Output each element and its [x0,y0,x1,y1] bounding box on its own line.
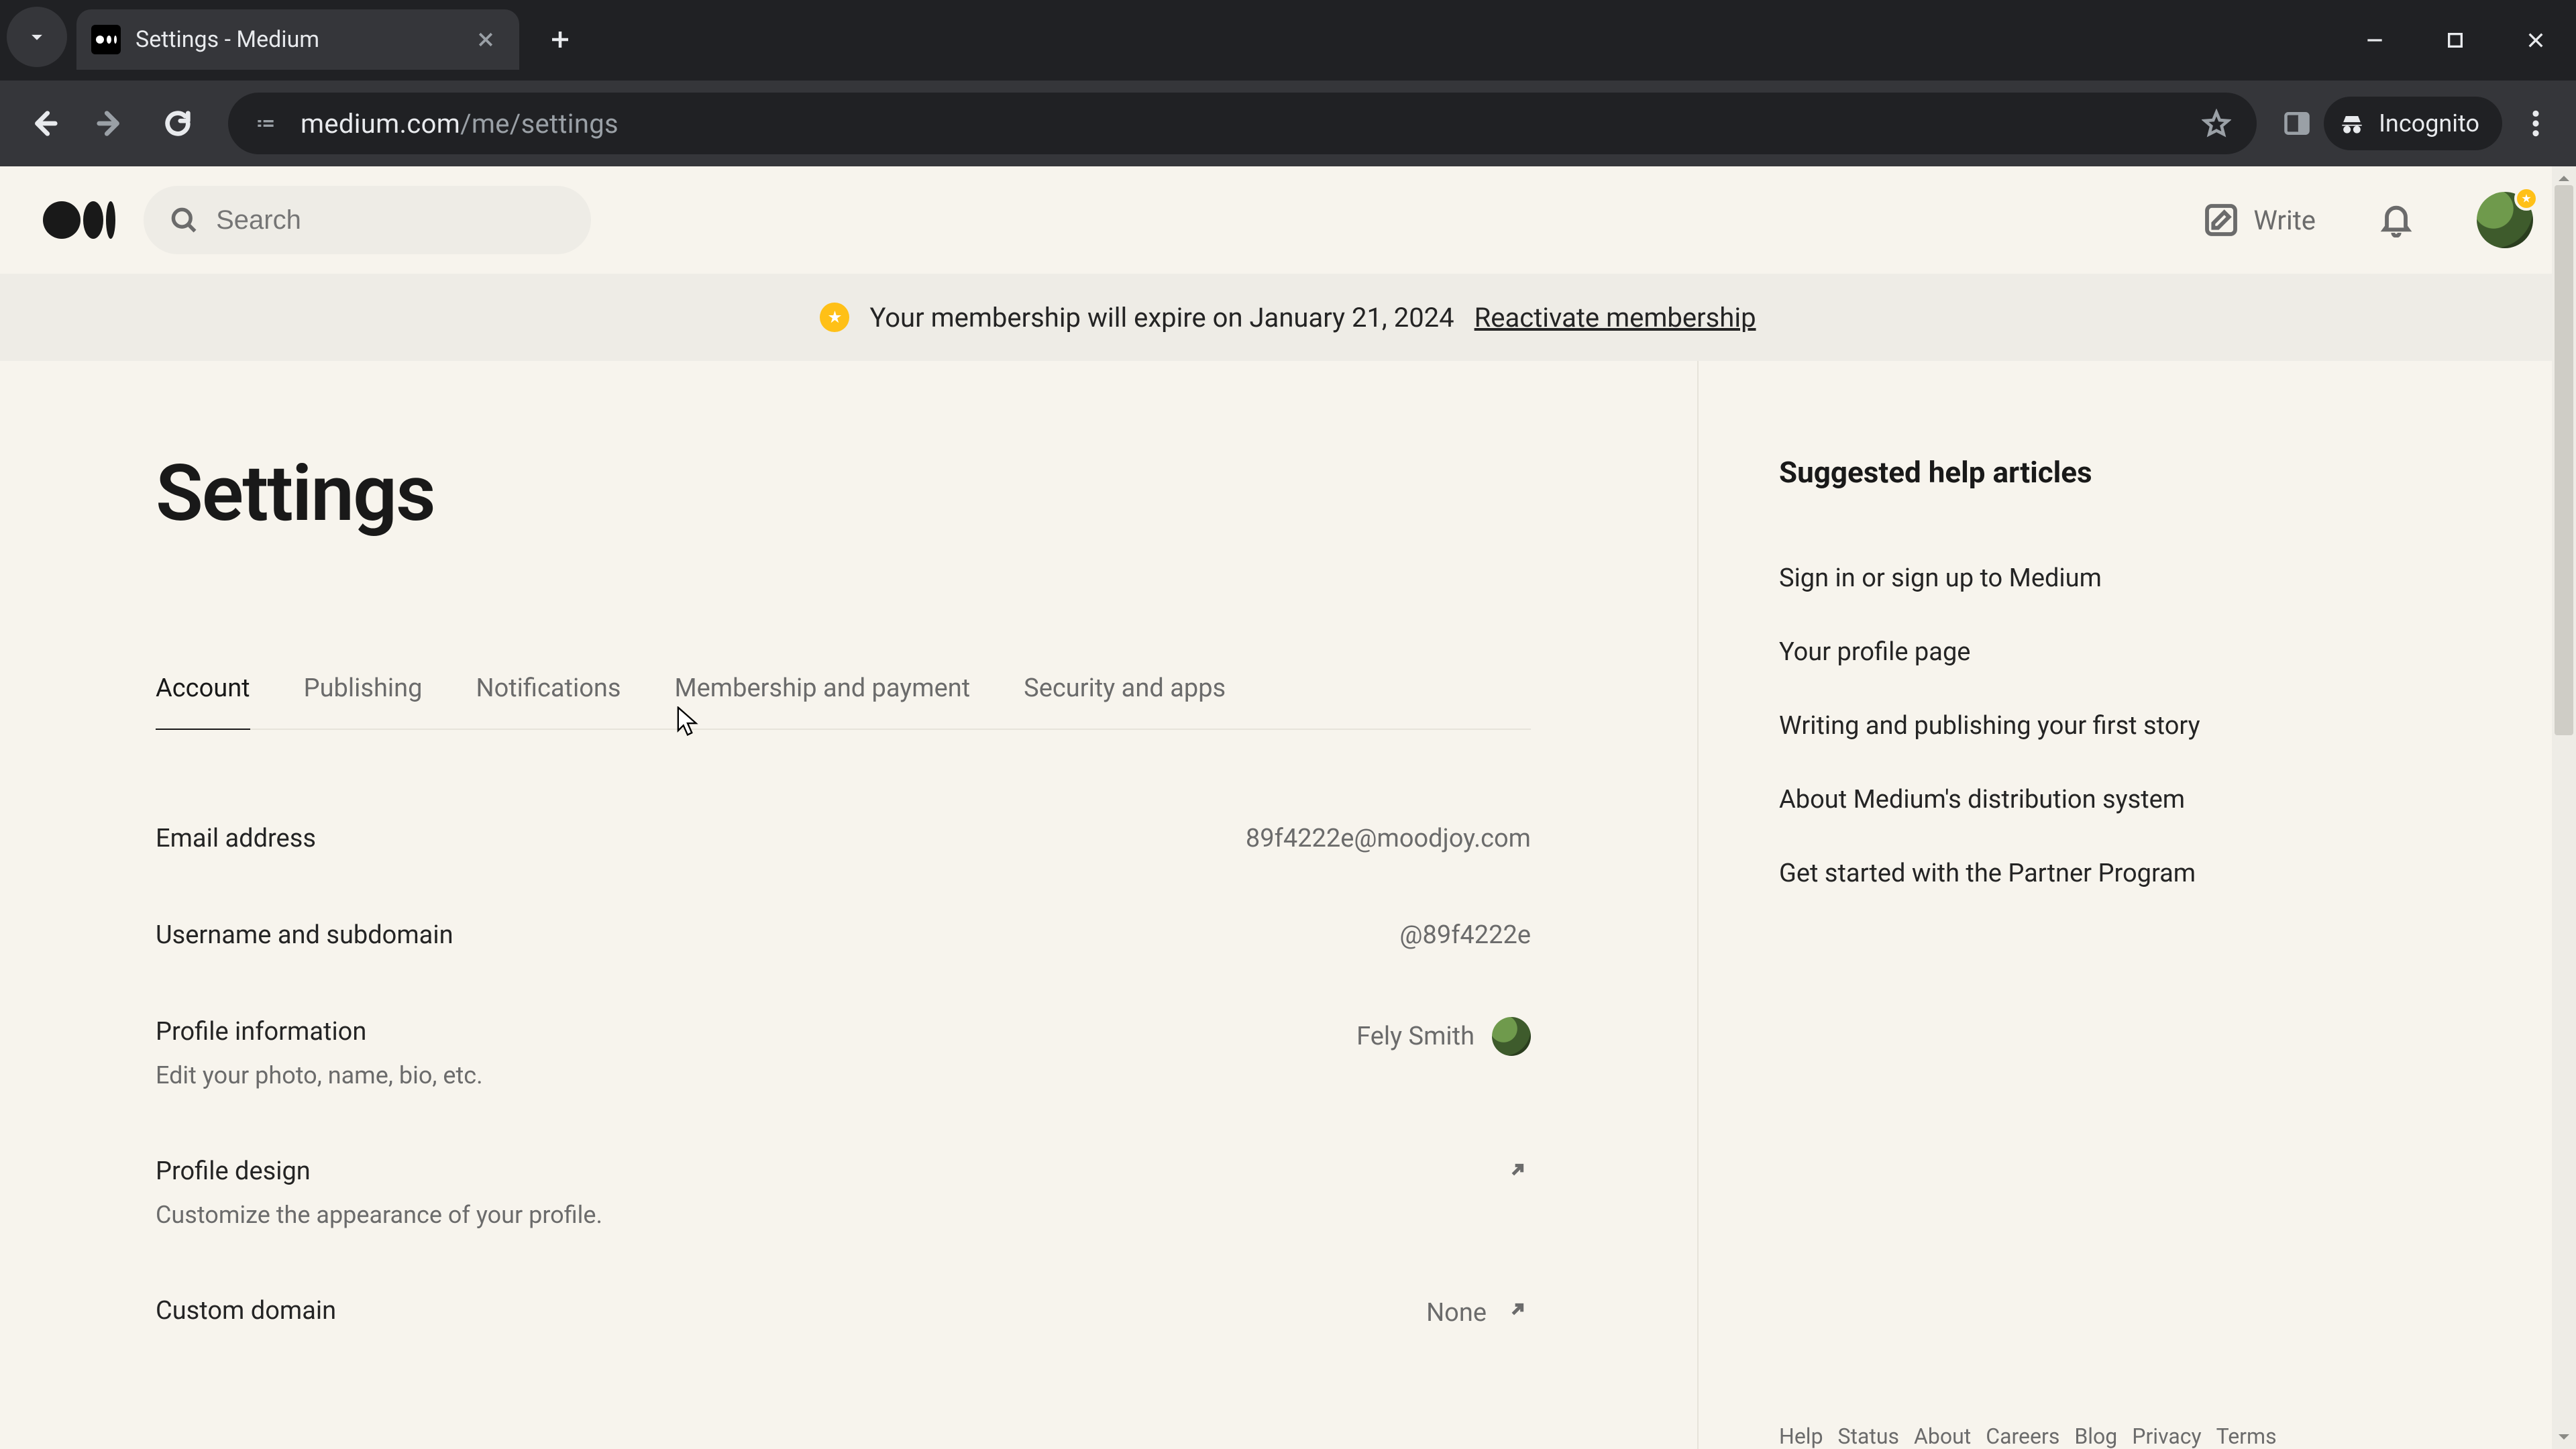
row-value: @89f4222e [1399,920,1531,950]
row-value: Fely Smith [1356,1017,1531,1056]
search-input[interactable] [216,205,566,235]
nav-reload-button[interactable] [148,93,208,154]
write-label: Write [2253,205,2316,236]
settings-list: Email address 89f4222e@moodjoy.com Usern… [156,824,1531,1330]
window-controls [2334,0,2576,80]
site-header: Write [0,166,2576,274]
medium-favicon [91,25,121,54]
row-value: None [1426,1296,1531,1330]
new-tab-button[interactable] [537,16,584,63]
footer-link[interactable]: Help [1779,1424,1823,1449]
row-email[interactable]: Email address 89f4222e@moodjoy.com [156,824,1531,853]
row-value: 89f4222e@moodjoy.com [1246,824,1531,853]
membership-banner: Your membership will expire on January 2… [0,274,2576,361]
window-close-button[interactable] [2496,0,2576,80]
sidebar-column: Suggested help articles Sign in or sign … [1697,361,2576,1449]
footer-link[interactable]: Blog [2074,1424,2117,1449]
mouse-cursor-icon [676,706,699,736]
write-icon [2202,201,2240,239]
window-maximize-button[interactable] [2415,0,2496,80]
row-label: Email address [156,824,316,853]
footer-link[interactable]: Terms [2216,1424,2277,1449]
help-link[interactable]: Writing and publishing your first story [1779,711,2522,741]
help-link[interactable]: About Medium's distribution system [1779,785,2522,814]
row-sublabel: Customize the appearance of your profile… [156,1201,602,1229]
nav-back-button[interactable] [13,93,74,154]
reactivate-link[interactable]: Reactivate membership [1474,302,1756,333]
help-link[interactable]: Sign in or sign up to Medium [1779,564,2522,593]
address-bar[interactable]: medium.com/me/settings [228,93,2257,154]
url-text: medium.com/me/settings [301,108,2179,140]
footer-links: Help Status About Careers Blog Privacy T… [1779,1424,2536,1449]
tab-publishing[interactable]: Publishing [304,674,423,729]
browser-window: Settings - Medium medium.com/me/settings [0,0,2576,1449]
search-icon [169,203,199,237]
profile-menu[interactable] [2477,192,2533,248]
help-article-list: Sign in or sign up to Medium Your profil… [1779,564,2522,888]
browser-toolbar: medium.com/me/settings Incognito [0,80,2576,166]
footer-link[interactable]: Privacy [2132,1424,2201,1449]
row-custom-domain[interactable]: Custom domain None [156,1296,1531,1330]
banner-text: Your membership will expire on January 2… [869,302,1454,333]
tab-notifications[interactable]: Notifications [476,674,621,729]
page-viewport: Write Your membership will expire on Jan… [0,166,2576,1449]
chrome-menu-button[interactable] [2509,97,2563,150]
tab-membership[interactable]: Membership and payment [674,674,970,729]
avatar-thumbnail [1492,1017,1531,1056]
row-username[interactable]: Username and subdomain @89f4222e [156,920,1531,950]
row-label: Profile design [156,1157,602,1186]
tab-title: Settings - Medium [136,26,458,53]
nav-forward-button[interactable] [80,93,141,154]
help-link[interactable]: Your profile page [1779,637,2522,667]
tab-security[interactable]: Security and apps [1024,674,1226,729]
search-field[interactable] [144,186,591,254]
notifications-button[interactable] [2377,200,2415,240]
tab-account[interactable]: Account [156,674,250,729]
row-profile-info[interactable]: Profile information Edit your photo, nam… [156,1017,1531,1089]
bookmark-star-icon[interactable] [2196,103,2237,144]
scrollbar-thumb[interactable] [2555,185,2573,735]
help-link[interactable]: Get started with the Partner Program [1779,859,2522,888]
content-grid: Settings Account Publishing Notification… [0,361,2576,1449]
side-panel-icon[interactable] [2277,103,2317,144]
member-star-icon [820,303,849,332]
incognito-label: Incognito [2379,109,2479,138]
vertical-scrollbar[interactable] [2552,166,2576,1449]
browser-titlebar: Settings - Medium [0,0,2576,80]
tab-close-button[interactable] [472,26,499,53]
site-info-icon[interactable] [248,106,283,141]
incognito-icon [2337,109,2367,138]
scroll-down-arrow-icon[interactable] [2552,1425,2576,1449]
row-profile-design[interactable]: Profile design Customize the appearance … [156,1157,1531,1229]
medium-logo[interactable] [43,201,115,239]
external-link-icon [1504,1157,1531,1183]
footer-link[interactable]: About [1914,1424,1971,1449]
browser-tab[interactable]: Settings - Medium [76,9,519,70]
footer-link[interactable]: Status [1838,1424,1900,1449]
member-badge-icon [2514,186,2538,211]
write-button[interactable]: Write [2202,201,2316,239]
footer-link[interactable]: Careers [1986,1424,2059,1449]
bell-icon [2377,200,2415,237]
page-title: Settings [156,448,1697,539]
row-sublabel: Edit your photo, name, bio, etc. [156,1061,483,1089]
sidebar-title: Suggested help articles [1779,455,2522,490]
external-link-icon [1504,1296,1531,1330]
row-label: Profile information [156,1017,483,1046]
main-column: Settings Account Publishing Notification… [0,361,1697,1449]
row-label: Username and subdomain [156,920,453,950]
row-label: Custom domain [156,1296,336,1326]
incognito-indicator[interactable]: Incognito [2324,97,2502,150]
window-minimize-button[interactable] [2334,0,2415,80]
settings-tabs: Account Publishing Notifications Members… [156,674,1531,730]
tab-search-button[interactable] [7,7,67,67]
